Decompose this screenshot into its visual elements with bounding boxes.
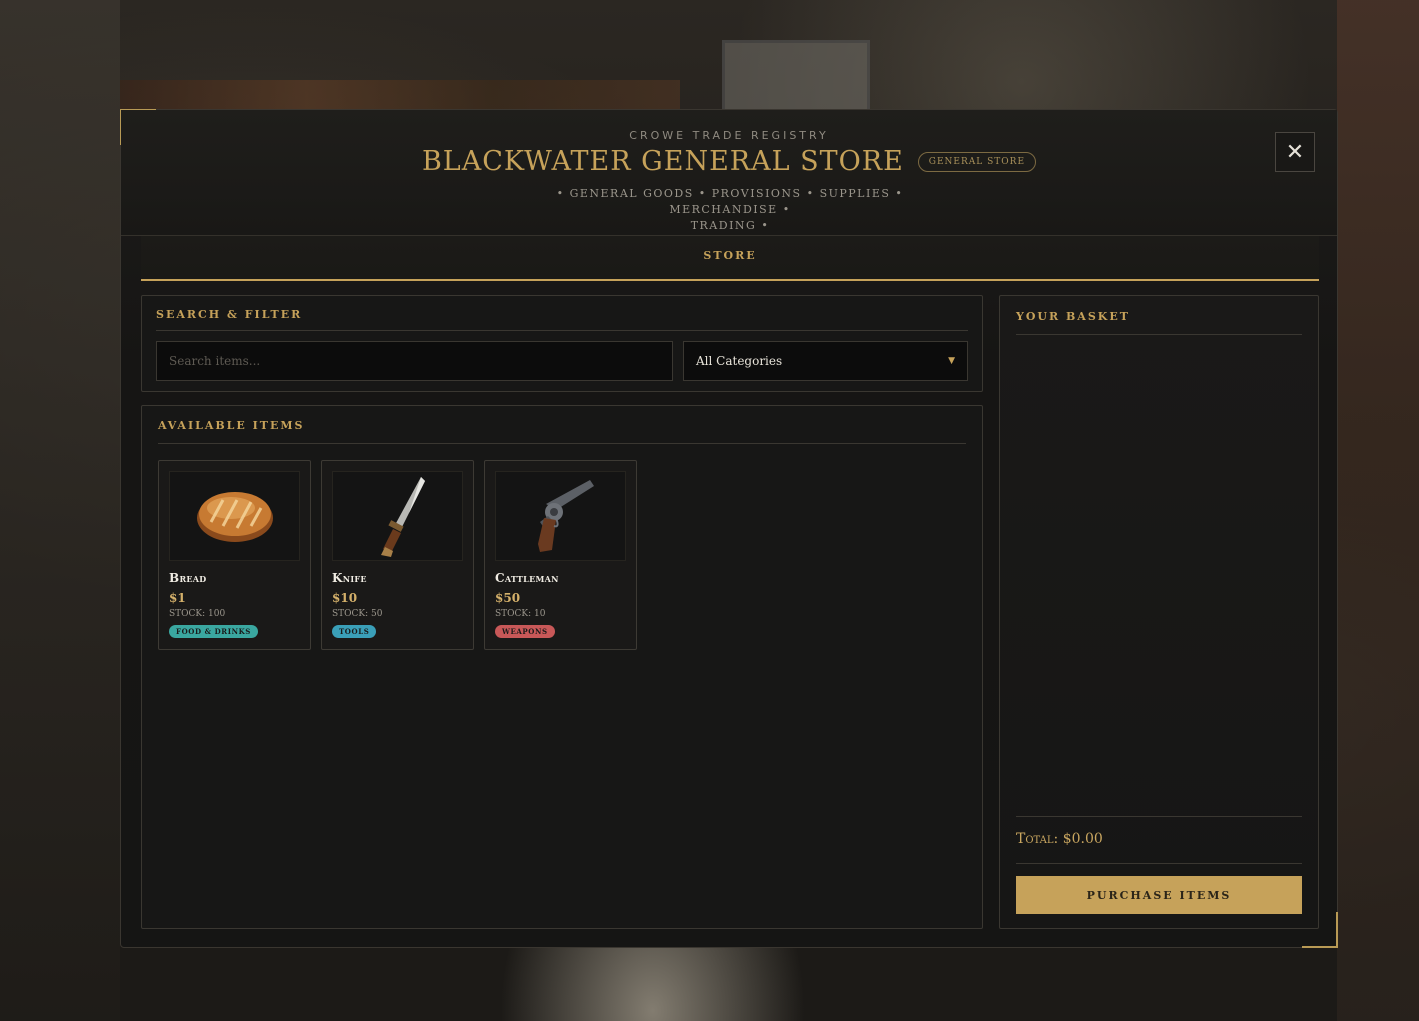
- item-name: Bread: [169, 571, 207, 585]
- category-select-value: All Categories: [696, 354, 783, 368]
- search-input[interactable]: [156, 341, 673, 381]
- background-right-scene: [1337, 0, 1419, 1021]
- item-price: $1: [169, 591, 186, 605]
- category-tag: Food & Drinks: [169, 625, 258, 638]
- search-filter-title: Search & Filter: [156, 308, 303, 321]
- basket-panel: Your Basket Total: $0.00 Purchase Items: [999, 295, 1319, 929]
- search-filter-panel: Search & Filter All Categories ▼: [141, 295, 983, 392]
- purchase-button[interactable]: Purchase Items: [1016, 876, 1302, 914]
- item-thumbnail: [169, 471, 300, 561]
- divider: [158, 443, 966, 444]
- item-name: Cattleman: [495, 571, 559, 585]
- background-shelf: [120, 80, 680, 110]
- bread-icon: [196, 492, 273, 542]
- close-icon: ✕: [1285, 139, 1305, 165]
- store-type-badge: General Store: [917, 151, 1037, 172]
- tab-store[interactable]: Store: [141, 236, 1319, 276]
- item-card-knife[interactable]: Knife $10 Stock: 50 Tools: [321, 460, 474, 650]
- background-left-scene: [0, 0, 120, 1021]
- tagline-line-1: • General Goods • Provisions • Supplies …: [556, 187, 904, 216]
- item-price: $50: [495, 591, 521, 605]
- store-modal: Crowe Trade Registry Blackwater General …: [120, 109, 1338, 948]
- divider: [156, 330, 968, 331]
- item-stock: Stock: 100: [169, 609, 226, 619]
- divider: [1016, 863, 1302, 864]
- available-items-panel: Available Items Bread $1 Stock: 100 Food…: [141, 405, 983, 929]
- knife-icon: [380, 477, 425, 557]
- divider: [1016, 334, 1302, 335]
- item-thumbnail: [495, 471, 626, 561]
- category-tag: Weapons: [495, 625, 555, 638]
- item-grid: Bread $1 Stock: 100 Food & Drinks Knife: [158, 460, 637, 650]
- revolver-icon: [537, 480, 594, 552]
- divider: [1016, 816, 1302, 817]
- category-select[interactable]: All Categories ▼: [683, 341, 968, 381]
- item-price: $10: [332, 591, 358, 605]
- category-tag: Tools: [332, 625, 377, 638]
- basket-title: Your Basket: [1016, 310, 1130, 323]
- store-tagline: • General Goods • Provisions • Supplies …: [530, 186, 930, 234]
- registry-subtitle: Crowe Trade Registry: [629, 129, 829, 142]
- item-card-bread[interactable]: Bread $1 Stock: 100 Food & Drinks: [158, 460, 311, 650]
- close-button[interactable]: ✕: [1275, 132, 1315, 172]
- tagline-line-2: Trading •: [690, 219, 770, 232]
- title-row: Blackwater General Store General Store: [121, 146, 1337, 177]
- store-header: Crowe Trade Registry Blackwater General …: [121, 110, 1337, 236]
- item-thumbnail: [332, 471, 463, 561]
- available-items-title: Available Items: [158, 419, 305, 432]
- basket-total: Total: $0.00: [1016, 831, 1103, 847]
- item-stock: Stock: 10: [495, 609, 546, 619]
- item-name: Knife: [332, 571, 367, 585]
- item-card-cattleman[interactable]: Cattleman $50 Stock: 10 Weapons: [484, 460, 637, 650]
- background-picture-frame: [722, 40, 870, 116]
- chevron-down-icon: ▼: [948, 356, 955, 366]
- store-title: Blackwater General Store: [421, 146, 904, 177]
- tab-bar: Store: [141, 236, 1319, 281]
- item-stock: Stock: 50: [332, 609, 383, 619]
